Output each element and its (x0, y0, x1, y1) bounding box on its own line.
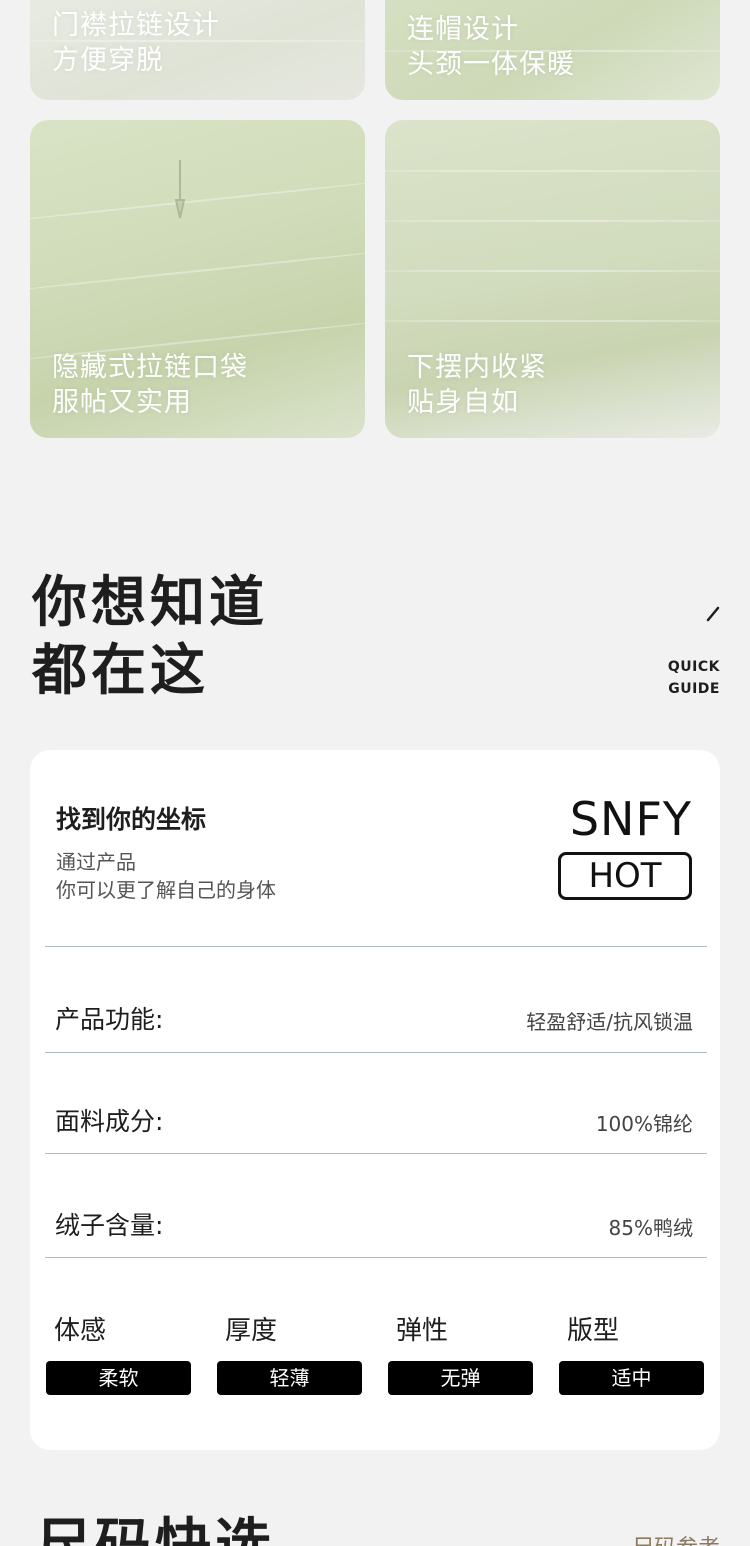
section-title: 你想知道 都在这 (32, 568, 268, 704)
feature-caption: 门襟拉链设计 方便穿脱 (52, 8, 220, 78)
spec-value-function: 轻盈舒适/抗风锁温 (526, 1010, 693, 1034)
feature-tile-hem: 下摆内收紧 贴身自如 (385, 120, 720, 438)
feature-caption-line: 贴身自如 (407, 387, 519, 418)
attr-pill-feel: 柔软 (46, 1361, 191, 1395)
feature-caption-line: 隐藏式拉链口袋 (52, 352, 248, 383)
quick-guide-line: GUIDE (668, 681, 720, 697)
attr-name-thickness: 厚度 (225, 1316, 278, 1346)
size-section-title: 尺码快选 (35, 1513, 275, 1546)
feature-tile-zipper: 门襟拉链设计 方便穿脱 (30, 0, 365, 100)
attr-name-elasticity: 弹性 (396, 1316, 449, 1346)
spec-value-down: 85%鸭绒 (608, 1216, 693, 1240)
feature-caption-line: 服帖又实用 (52, 387, 192, 418)
size-reference-link[interactable]: 尺码参考 (632, 1530, 720, 1546)
feature-caption-line: 连帽设计 (407, 14, 519, 45)
brand-logo: SNFY (569, 792, 692, 846)
feature-tile-hood: 连帽设计 头颈一体保暖 (385, 0, 720, 100)
card-subtitle-line: 你可以更了解自己的身体 (56, 878, 276, 902)
divider (45, 1257, 707, 1258)
feature-caption: 连帽设计 头颈一体保暖 (407, 12, 575, 82)
feature-caption-line: 门襟拉链设计 (52, 10, 220, 41)
feature-caption: 隐藏式拉链口袋 服帖又实用 (52, 350, 248, 420)
section-title-line: 都在这 (32, 638, 210, 702)
quick-guide-label: QUICK GUIDE (668, 656, 720, 700)
attr-pill-fit: 适中 (559, 1361, 704, 1395)
feature-caption-line: 下摆内收紧 (407, 352, 547, 383)
feature-caption-line: 方便穿脱 (52, 45, 164, 76)
product-info-card: 找到你的坐标 通过产品 你可以更了解自己的身体 SNFY HOT 产品功能: 轻… (30, 750, 720, 1450)
spec-label-fabric: 面料成分: (55, 1107, 164, 1136)
divider (45, 946, 707, 947)
divider (45, 1052, 707, 1053)
spec-label-function: 产品功能: (55, 1005, 164, 1034)
card-subtitle-line: 通过产品 (56, 850, 136, 874)
feature-tile-pocket: 隐藏式拉链口袋 服帖又实用 (30, 120, 365, 438)
card-subtitle: 通过产品 你可以更了解自己的身体 (56, 848, 276, 904)
spec-value-fabric: 100%锦纶 (595, 1112, 693, 1136)
feature-caption: 下摆内收紧 贴身自如 (407, 350, 547, 420)
divider (45, 1153, 707, 1154)
feature-caption-line: 头颈一体保暖 (407, 49, 575, 80)
attr-name-feel: 体感 (54, 1316, 107, 1346)
zipper-pull-icon (174, 160, 186, 219)
attr-pill-elasticity: 无弹 (388, 1361, 533, 1395)
section-title-line: 你想知道 (32, 570, 269, 634)
hot-badge: HOT (558, 852, 692, 900)
quick-guide-line: QUICK (667, 659, 720, 675)
attr-name-fit: 版型 (567, 1316, 620, 1346)
spec-label-down: 绒子含量: (55, 1211, 164, 1240)
attr-pill-thickness: 轻薄 (217, 1361, 362, 1395)
slash-icon (706, 606, 720, 622)
card-heading: 找到你的坐标 (56, 805, 207, 834)
